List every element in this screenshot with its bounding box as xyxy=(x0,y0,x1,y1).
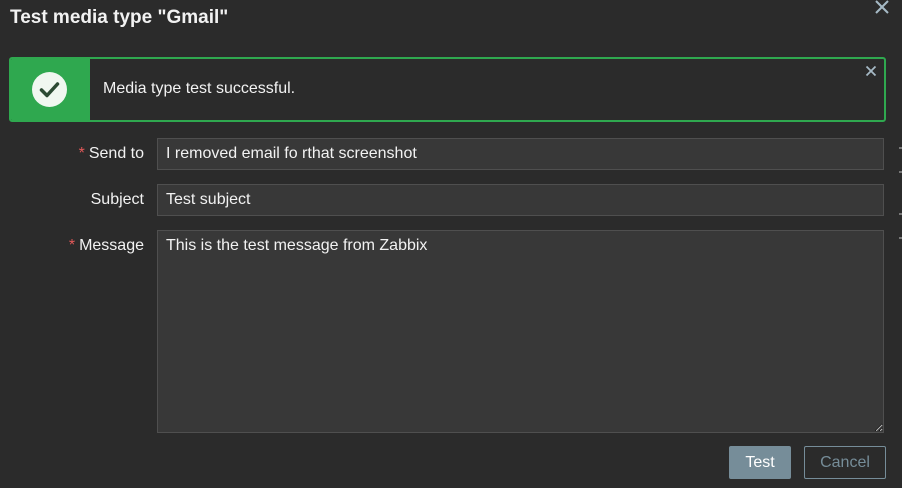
send-to-input[interactable] xyxy=(157,138,884,170)
required-marker: * xyxy=(68,237,76,254)
send-to-label: * Send to xyxy=(79,145,144,163)
test-button[interactable]: Test xyxy=(729,446,791,479)
success-message-text: Media type test successful. xyxy=(103,80,296,97)
test-media-type-dialog: Test media type "Gmail" Media type test … xyxy=(0,0,902,488)
subject-input[interactable] xyxy=(157,184,884,216)
success-icon-box xyxy=(11,59,90,120)
dialog-title: Test media type "Gmail" xyxy=(10,7,229,28)
message-label: * Message xyxy=(69,237,144,255)
message-textarea[interactable]: This is the test message from Zabbix xyxy=(157,230,884,433)
subject-label: Subject xyxy=(91,191,144,209)
subject-label-text: Subject xyxy=(90,191,144,208)
close-icon[interactable] xyxy=(873,0,891,16)
cancel-button[interactable]: Cancel xyxy=(804,446,886,479)
success-message: Media type test successful. xyxy=(9,57,886,122)
required-marker: * xyxy=(78,145,85,162)
close-icon[interactable] xyxy=(865,65,877,77)
message-label-text: Message xyxy=(79,237,144,254)
check-circle-icon xyxy=(32,72,67,107)
send-to-label-text: Send to xyxy=(88,145,144,162)
